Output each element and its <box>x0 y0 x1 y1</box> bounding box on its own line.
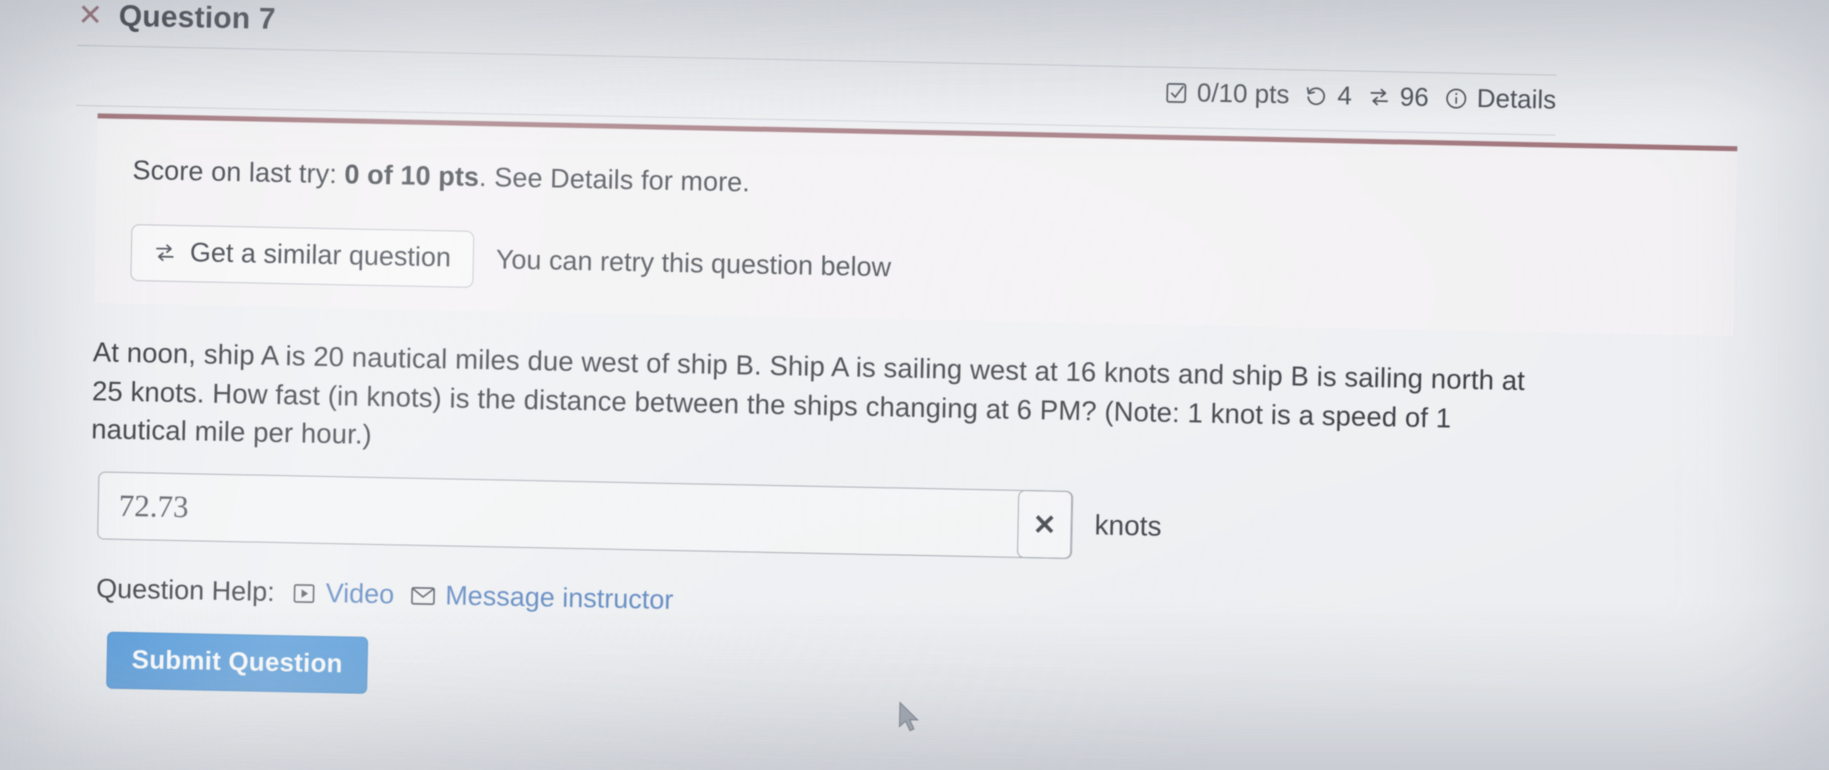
submit-question-button[interactable]: Submit Question <box>106 631 369 694</box>
screen-photo: ✕ Question 7 0/10 pts 4 96 Details Score… <box>0 0 1829 770</box>
score-alert: Score on last try: 0 of 10 pts. See Deta… <box>93 113 1738 337</box>
info-circle-icon <box>1443 85 1470 112</box>
clear-x-icon[interactable]: ✕ <box>1016 489 1073 559</box>
video-help-link[interactable]: Video <box>290 577 395 610</box>
get-similar-question-button[interactable]: Get a similar question <box>130 224 475 288</box>
question-help-row: Question Help: Video Message instructor <box>96 573 674 616</box>
attempts-badge: 4 <box>1303 80 1352 112</box>
points-badge: 0/10 pts <box>1163 77 1290 111</box>
swap-arrows-icon <box>152 239 179 266</box>
message-instructor-link[interactable]: Message instructor <box>410 580 674 616</box>
monitor-screen: ✕ Question 7 0/10 pts 4 96 Details Score… <box>0 0 1829 770</box>
get-similar-question-label: Get a similar question <box>189 237 452 273</box>
retry-note: You can retry this question below <box>495 244 892 283</box>
question-header: ✕ Question 7 <box>77 0 1577 63</box>
message-instructor-label: Message instructor <box>444 580 674 615</box>
score-prefix: Score on last try: <box>132 155 345 190</box>
question-title-row: ✕ Question 7 <box>77 0 1577 63</box>
answer-row: 72.73 ✕ knots <box>97 471 1162 560</box>
answer-unit-label: knots <box>1094 509 1162 542</box>
details-label: Details <box>1476 83 1557 115</box>
question-meta-row: 0/10 pts 4 96 Details <box>76 55 1557 116</box>
details-link[interactable]: Details <box>1442 82 1557 115</box>
checkbox-checked-icon <box>1163 79 1190 106</box>
score-suffix: . See Details for more. <box>478 162 751 198</box>
retry-row: Get a similar question You can retry thi… <box>130 224 1735 313</box>
answer-value: 72.73 <box>118 487 189 525</box>
question-help-label: Question Help: <box>95 573 276 607</box>
swap-arrows-icon <box>1366 83 1393 110</box>
answer-input[interactable]: 72.73 ✕ <box>97 471 1074 559</box>
close-x-icon[interactable]: ✕ <box>77 0 103 32</box>
video-help-label: Video <box>325 578 395 610</box>
score-message: Score on last try: 0 of 10 pts. See Deta… <box>132 155 1736 218</box>
versions-badge: 96 <box>1366 81 1430 113</box>
undo-circular-arrow-icon <box>1303 82 1330 109</box>
score-value: 0 of 10 pts <box>344 159 480 193</box>
play-video-icon <box>290 581 316 606</box>
question-text: At noon, ship A is 20 nautical miles due… <box>91 336 1526 450</box>
envelope-icon <box>410 583 436 608</box>
attempts-value: 4 <box>1337 80 1353 111</box>
versions-value: 96 <box>1399 81 1430 113</box>
points-value: 0/10 pts <box>1196 77 1290 110</box>
page-title: Question 7 <box>118 0 277 36</box>
